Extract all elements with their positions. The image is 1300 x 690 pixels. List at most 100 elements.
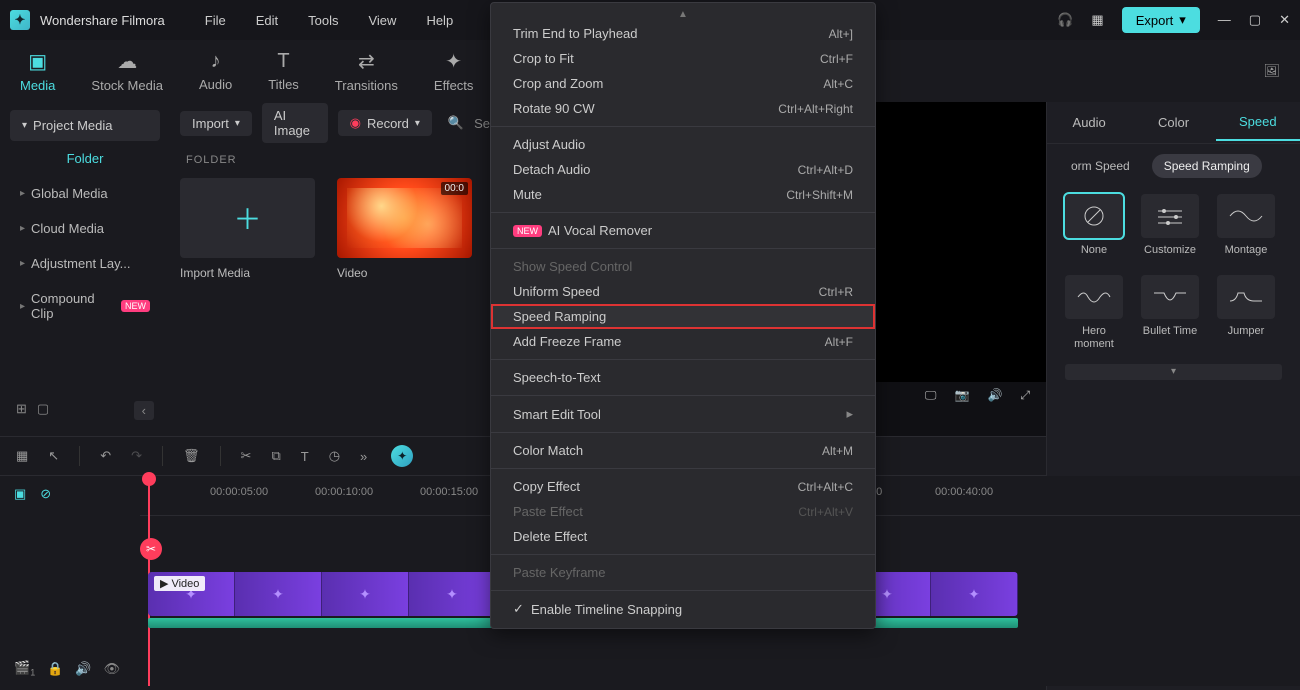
- context-item-crop-and-zoom[interactable]: Crop and ZoomAlt+C: [491, 71, 875, 96]
- scissor-handle[interactable]: ✂: [140, 538, 162, 560]
- sidebar-folder-active[interactable]: Folder: [10, 141, 160, 176]
- menu-view[interactable]: View: [368, 13, 396, 28]
- tab-stock-media[interactable]: ☁Stock Media: [91, 49, 163, 93]
- media-tile-video[interactable]: 00:0 Video: [337, 178, 472, 280]
- record-dropdown[interactable]: ◉Record▾: [338, 110, 432, 136]
- main-menu: File Edit Tools View Help: [205, 13, 453, 28]
- headset-icon[interactable]: 🎧: [1057, 12, 1073, 28]
- audio-icon: ♪: [211, 50, 221, 73]
- volume-icon[interactable]: 🔊: [987, 388, 1002, 403]
- inspector-tab-color[interactable]: Color: [1131, 105, 1215, 140]
- context-item-mute[interactable]: MuteCtrl+Shift+M: [491, 182, 875, 207]
- menu-tools[interactable]: Tools: [308, 13, 338, 28]
- context-item-uniform-speed[interactable]: Uniform SpeedCtrl+R: [491, 279, 875, 304]
- speed-icon[interactable]: ◷: [329, 448, 340, 464]
- folder-icon[interactable]: ▢: [37, 401, 49, 420]
- close-button[interactable]: ✕: [1279, 12, 1290, 28]
- sidebar-header[interactable]: ▾Project Media: [10, 110, 160, 141]
- speed-chip-ramping[interactable]: Speed Ramping: [1152, 154, 1262, 178]
- inspector-tab-audio[interactable]: Audio: [1047, 105, 1131, 140]
- mute-icon[interactable]: 🔊: [75, 661, 91, 677]
- image-icon[interactable]: 🖼: [1263, 63, 1280, 79]
- import-media-tile[interactable]: ＋ Import Media: [180, 178, 315, 280]
- context-item-color-match[interactable]: Color MatchAlt+M: [491, 438, 875, 463]
- menu-file[interactable]: File: [205, 13, 226, 28]
- tab-audio[interactable]: ♪Audio: [199, 50, 232, 92]
- context-item-enable-timeline-snapping[interactable]: ✓Enable Timeline Snapping: [491, 596, 875, 622]
- sidebar-item-global-media[interactable]: ▸Global Media: [10, 176, 160, 211]
- snapshot-icon[interactable]: 📷: [954, 388, 969, 403]
- more-icon[interactable]: »: [360, 449, 367, 464]
- sidebar-item-adjustment-layer[interactable]: ▸Adjustment Lay...: [10, 246, 160, 281]
- preset-bullet[interactable]: Bullet Time: [1141, 275, 1199, 351]
- tab-transitions[interactable]: ⇄Transitions: [335, 49, 398, 93]
- speed-chip-uniform[interactable]: orm Speed: [1059, 154, 1142, 178]
- context-item-delete-effect[interactable]: Delete Effect: [491, 524, 875, 549]
- context-item-copy-effect[interactable]: Copy EffectCtrl+Alt+C: [491, 474, 875, 499]
- delete-icon[interactable]: 🗑: [183, 448, 200, 464]
- apps-icon[interactable]: ▦: [1091, 12, 1103, 28]
- none-icon: [1074, 204, 1114, 228]
- fullscreen-icon[interactable]: ⤢: [1020, 388, 1030, 403]
- context-item-label: Show Speed Control: [513, 259, 632, 274]
- context-item-smart-edit-tool[interactable]: Smart Edit Tool▸: [491, 401, 875, 427]
- inspector-tab-speed[interactable]: Speed: [1216, 104, 1300, 141]
- search-input[interactable]: Se: [474, 116, 490, 131]
- timeline-mode-icon[interactable]: ▣: [14, 486, 26, 502]
- display-icon[interactable]: 🖵: [925, 388, 937, 403]
- context-scroll-up[interactable]: ▲: [491, 9, 875, 21]
- context-item-label: Adjust Audio: [513, 137, 585, 152]
- maximize-button[interactable]: ▢: [1249, 12, 1261, 28]
- search-icon[interactable]: 🔍: [448, 115, 464, 131]
- context-item-crop-to-fit[interactable]: Crop to FitCtrl+F: [491, 46, 875, 71]
- context-item-label: Speed Ramping: [513, 309, 606, 324]
- sidebar-item-cloud-media[interactable]: ▸Cloud Media: [10, 211, 160, 246]
- context-item-speech-to-text[interactable]: Speech-to-Text: [491, 365, 875, 390]
- context-separator: [491, 248, 875, 249]
- clip-label: ▶ Video: [154, 576, 205, 591]
- layout-icon[interactable]: ▦: [16, 448, 28, 464]
- menu-edit[interactable]: Edit: [256, 13, 278, 28]
- export-button[interactable]: Export▾: [1122, 7, 1200, 33]
- context-item-adjust-audio[interactable]: Adjust Audio: [491, 132, 875, 157]
- sidebar-item-compound-clip[interactable]: ▸Compound ClipNEW: [10, 281, 160, 331]
- cursor-icon[interactable]: ↖: [48, 448, 59, 464]
- undo-icon[interactable]: ↶: [100, 448, 111, 464]
- check-icon: ✓: [513, 601, 525, 617]
- visibility-icon[interactable]: 👁: [104, 661, 121, 677]
- menu-help[interactable]: Help: [426, 13, 453, 28]
- chevron-right-icon: ▸: [20, 223, 25, 234]
- context-item-ai-vocal-remover[interactable]: NEWAI Vocal Remover: [491, 218, 875, 243]
- collapse-sidebar-button[interactable]: ‹: [134, 401, 154, 420]
- video-track-icon[interactable]: 🎬1: [14, 660, 35, 678]
- context-shortcut: Ctrl+Alt+D: [798, 163, 853, 177]
- preset-montage[interactable]: Montage: [1217, 194, 1275, 257]
- text-icon[interactable]: T: [301, 449, 309, 464]
- crop-icon[interactable]: ⧉: [271, 448, 280, 464]
- lock-icon[interactable]: 🔒: [47, 661, 63, 677]
- new-folder-icon[interactable]: ⊞: [16, 401, 27, 420]
- context-item-add-freeze-frame[interactable]: Add Freeze FrameAlt+F: [491, 329, 875, 354]
- preset-jumper[interactable]: Jumper: [1217, 275, 1275, 351]
- ai-icon[interactable]: ✦: [391, 445, 413, 467]
- magnet-icon[interactable]: ⊘: [40, 486, 51, 502]
- redo-icon[interactable]: ↷: [131, 448, 142, 464]
- context-item-trim-end-to-playhead[interactable]: Trim End to PlayheadAlt+]: [491, 21, 875, 46]
- tab-effects[interactable]: ✦Effects: [434, 49, 474, 93]
- context-item-detach-audio[interactable]: Detach AudioCtrl+Alt+D: [491, 157, 875, 182]
- minimize-button[interactable]: —: [1218, 12, 1231, 28]
- ai-image-button[interactable]: AI Image: [262, 103, 328, 143]
- cut-icon[interactable]: ✂: [241, 448, 252, 464]
- preset-customize[interactable]: Customize: [1141, 194, 1199, 257]
- tab-titles[interactable]: TTitles: [268, 50, 299, 92]
- context-separator: [491, 212, 875, 213]
- context-item-rotate-90-cw[interactable]: Rotate 90 CWCtrl+Alt+Right: [491, 96, 875, 121]
- preset-hero[interactable]: Hero moment: [1065, 275, 1123, 351]
- expand-presets-button[interactable]: ▾: [1065, 364, 1282, 380]
- preset-none[interactable]: None: [1065, 194, 1123, 257]
- context-item-speed-ramping[interactable]: Speed Ramping: [491, 304, 875, 329]
- tab-media[interactable]: ▣Media: [20, 49, 55, 93]
- effects-icon: ✦: [445, 49, 462, 74]
- duration-badge: 00:0: [441, 182, 468, 195]
- import-dropdown[interactable]: Import▾: [180, 111, 252, 136]
